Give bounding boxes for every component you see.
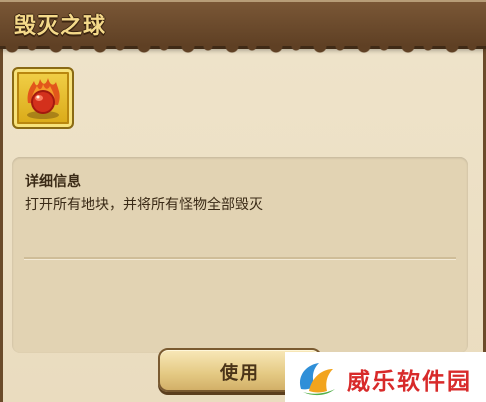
info-panel: 详细信息 打开所有地块，并将所有怪物全部毁灭: [12, 157, 468, 353]
use-button-label: 使用: [220, 363, 260, 384]
dialog-title: 毁灭之球: [14, 14, 107, 39]
title-bar: 毁灭之球: [0, 0, 486, 55]
fire-orb-icon: [27, 78, 60, 119]
watermark-text: 威乐软件园: [347, 368, 472, 395]
info-label: 详细信息: [25, 174, 81, 190]
leaf-logo-icon: [299, 363, 335, 396]
item-slot: [12, 67, 74, 129]
divider: [24, 257, 456, 260]
watermark: 威乐软件园: [285, 352, 486, 402]
item-description: 打开所有地块，并将所有怪物全部毁灭: [25, 197, 263, 213]
